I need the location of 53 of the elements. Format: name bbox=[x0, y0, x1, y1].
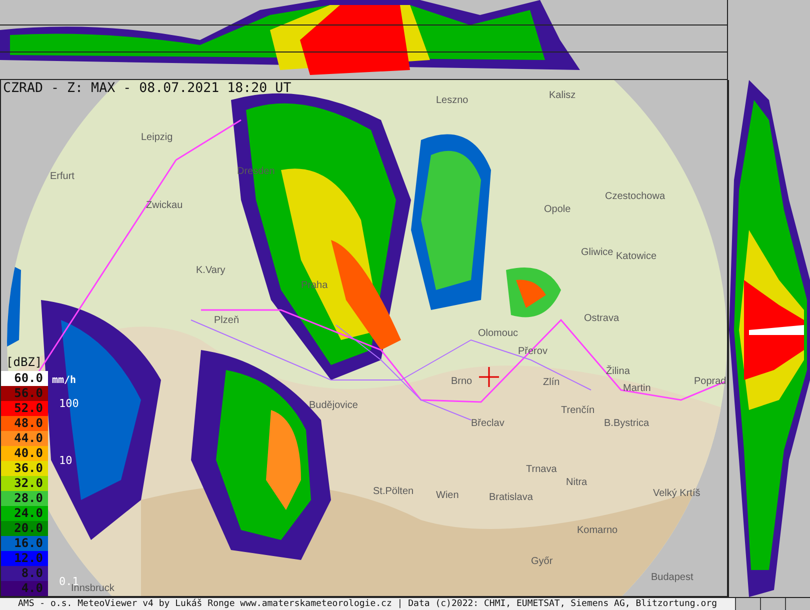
city-label: Martin bbox=[623, 383, 651, 394]
city-label: Brno bbox=[451, 376, 472, 387]
city-label: Zwickau bbox=[146, 200, 183, 211]
rain-scale-mark: 100 bbox=[59, 397, 79, 410]
city-label: B.Bystrica bbox=[604, 418, 650, 429]
city-label: Nitra bbox=[566, 477, 588, 488]
city-label: Plzeň bbox=[214, 315, 240, 326]
city-label: Budapest bbox=[651, 572, 694, 583]
legend-item: 12.0 bbox=[1, 551, 48, 566]
city-label: Kalisz bbox=[549, 90, 576, 101]
city-label: Leszno bbox=[436, 95, 468, 106]
legend-item: 4.0 bbox=[1, 581, 48, 596]
legend-item: 48.0 bbox=[1, 416, 48, 431]
legend-item: 20.0 bbox=[1, 521, 48, 536]
city-label: Břeclav bbox=[471, 418, 504, 429]
map-title: CZRAD - Z: MAX - 08.07.2021 18:20 UT bbox=[3, 81, 292, 96]
city-label: Komarno bbox=[577, 525, 618, 536]
city-label: Trnava bbox=[526, 464, 557, 475]
city-label: Olomouc bbox=[478, 328, 518, 339]
city-label: Leipzig bbox=[141, 132, 173, 143]
legend-item: 52.0 bbox=[1, 401, 48, 416]
legend-item: 16.0 bbox=[1, 536, 48, 551]
legend-item: 24.0 bbox=[1, 506, 48, 521]
legend-item: 44.0 bbox=[1, 431, 48, 446]
city-label: Bratislava bbox=[489, 492, 533, 503]
city-label: Czestochowa bbox=[605, 191, 666, 202]
legend-item: 8.0 bbox=[1, 566, 48, 581]
city-label: Velký Krtíš bbox=[653, 488, 700, 499]
city-label: Zlín bbox=[543, 377, 560, 388]
legend-item: 32.0 bbox=[1, 476, 48, 491]
legend-item: 36.0 bbox=[1, 461, 48, 476]
legend-item: 56.0 bbox=[1, 386, 48, 401]
city-label: Katowice bbox=[616, 251, 657, 262]
city-label: Poprad bbox=[694, 376, 726, 387]
city-label: Opole bbox=[544, 204, 571, 215]
city-label: Gliwice bbox=[581, 247, 614, 258]
city-label: Budějovice bbox=[309, 400, 358, 411]
legend-item: 60.0 bbox=[1, 371, 48, 386]
city-label: Žilina bbox=[606, 366, 630, 377]
legend-unit: [dBZ] bbox=[5, 355, 44, 371]
city-label: Erfurt bbox=[50, 171, 74, 182]
legend-item: 40.0 bbox=[1, 446, 48, 461]
city-label: Győr bbox=[531, 556, 553, 567]
city-label: Ostrava bbox=[584, 313, 620, 324]
city-label: Wien bbox=[436, 490, 459, 501]
city-label: St.Pölten bbox=[373, 486, 414, 497]
legend-item: 28.0 bbox=[1, 491, 48, 506]
city-label: K.Vary bbox=[196, 265, 226, 276]
rain-scale-mark: 10 bbox=[59, 454, 72, 467]
footer-credits: AMS - o.s. MeteoViewer v4 by Lukáš Ronge www.amaterskameteorologie.cz | Data (c)2022: CHMI, EUMETSAT, Siemens AG, Blitzortung.org bbox=[17, 598, 718, 610]
city-label: Innsbruck bbox=[71, 583, 114, 594]
rain-unit: mm/h bbox=[52, 375, 76, 386]
city-label: Trenčín bbox=[561, 405, 595, 416]
